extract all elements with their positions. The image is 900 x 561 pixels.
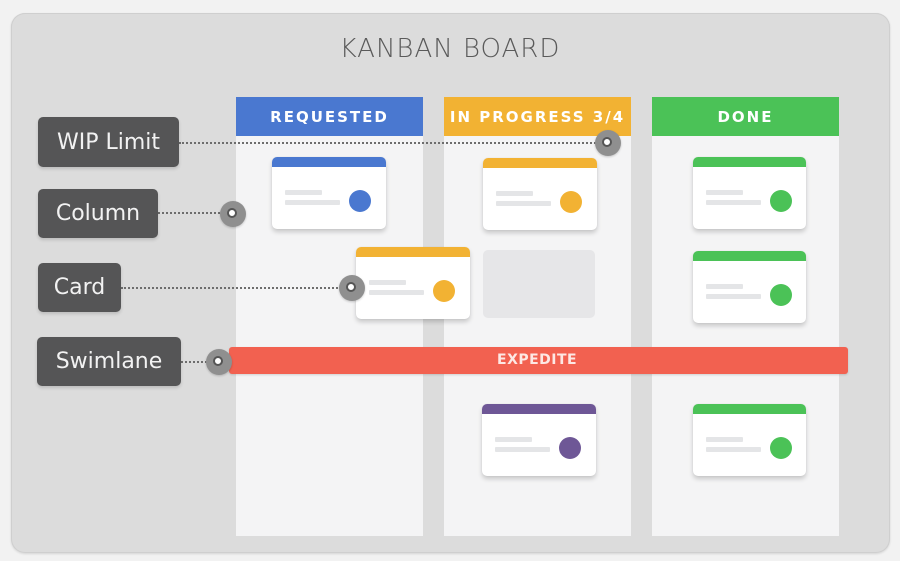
- card-avatar: [349, 190, 371, 212]
- card-title-placeholder: [706, 190, 743, 195]
- card-title-placeholder: [706, 437, 743, 442]
- card-color-strip: [693, 157, 806, 167]
- card-avatar: [770, 437, 792, 459]
- card-color-strip: [356, 247, 470, 257]
- column-header-done[interactable]: DONE: [652, 97, 839, 136]
- callout-card: Card: [38, 263, 121, 312]
- callout-column: Column: [38, 189, 158, 238]
- card-avatar: [559, 437, 581, 459]
- card-text-placeholder: [706, 294, 761, 299]
- card-color-strip: [693, 404, 806, 414]
- card-color-strip: [693, 251, 806, 261]
- card-color-strip: [272, 157, 386, 167]
- kanban-card[interactable]: [693, 404, 806, 476]
- swimlane-pin-icon: [206, 349, 232, 375]
- card-connector: [121, 287, 345, 289]
- card-title-placeholder: [495, 437, 532, 442]
- swimlane-expedite[interactable]: EXPEDITE: [229, 347, 848, 374]
- card-avatar: [433, 280, 455, 302]
- card-title-placeholder: [496, 191, 533, 196]
- kanban-card[interactable]: [482, 404, 596, 476]
- card-title-placeholder: [369, 280, 406, 285]
- card-title-placeholder: [706, 284, 743, 289]
- wip-limit-connector: [179, 142, 600, 144]
- card-avatar: [770, 284, 792, 306]
- card-text-placeholder: [495, 447, 550, 452]
- callout-wip-limit: WIP Limit: [38, 117, 179, 167]
- card-text-placeholder: [706, 200, 761, 205]
- kanban-card-moving[interactable]: [356, 247, 470, 319]
- card-color-strip: [483, 158, 597, 168]
- column-header-requested[interactable]: REQUESTED: [236, 97, 423, 136]
- empty-card-slot: [483, 250, 595, 318]
- swimlane-label: EXPEDITE: [497, 352, 578, 368]
- card-text-placeholder: [496, 201, 551, 206]
- card-avatar: [770, 190, 792, 212]
- card-text-placeholder: [285, 200, 340, 205]
- card-pin-icon: [339, 275, 365, 301]
- column-connector: [158, 212, 228, 214]
- card-title-placeholder: [285, 190, 322, 195]
- card-color-strip: [482, 404, 596, 414]
- card-avatar: [560, 191, 582, 213]
- card-text-placeholder: [706, 447, 761, 452]
- kanban-card[interactable]: [483, 158, 597, 230]
- callout-swimlane: Swimlane: [37, 337, 181, 386]
- kanban-card[interactable]: [272, 157, 386, 229]
- wip-limit-pin-icon: [595, 130, 621, 156]
- board-title: KANBAN BOARD: [339, 34, 561, 64]
- kanban-card[interactable]: [693, 157, 806, 229]
- kanban-card[interactable]: [693, 251, 806, 323]
- card-text-placeholder: [369, 290, 424, 295]
- column-pin-icon: [220, 201, 246, 227]
